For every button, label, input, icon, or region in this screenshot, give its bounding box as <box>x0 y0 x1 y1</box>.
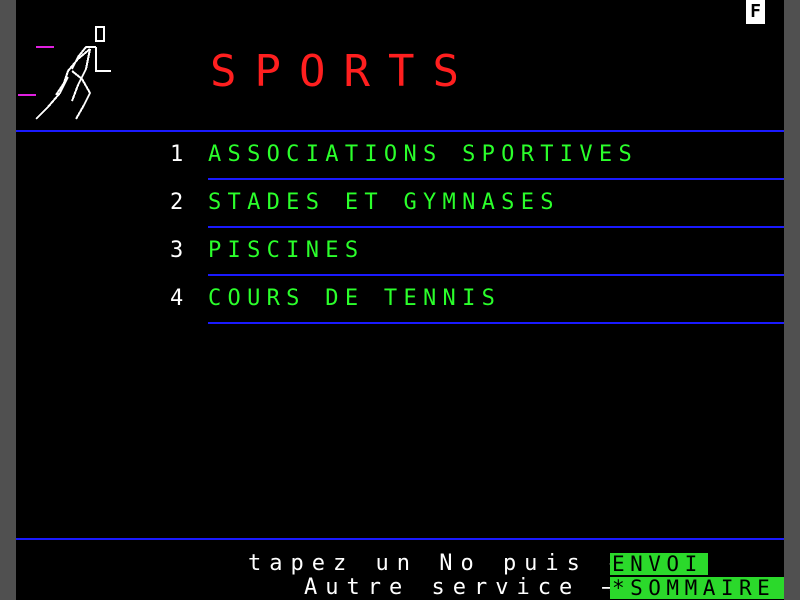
header-divider <box>16 130 784 132</box>
menu-divider <box>208 226 784 228</box>
page-title: SPORTS <box>210 46 477 97</box>
menu-item-number: 4 <box>170 286 184 311</box>
footer-other-service-text: Autre service → <box>304 575 623 600</box>
runner-icon <box>18 26 111 120</box>
menu-item-cours-de-tennis[interactable]: 4 COURS DE TENNIS <box>16 279 784 319</box>
sommaire-key[interactable]: *SOMMAIRE <box>610 577 784 599</box>
menu-item-stades-et-gymnases[interactable]: 2 STADES ET GYMNASES <box>16 183 784 223</box>
menu-divider <box>208 178 784 180</box>
envoi-key[interactable]: ENVOI <box>610 553 708 575</box>
menu-item-associations-sportives[interactable]: 1 ASSOCIATIONS SPORTIVES <box>16 135 784 175</box>
menu-divider <box>208 274 784 276</box>
menu-item-piscines[interactable]: 3 PISCINES <box>16 231 784 271</box>
menu-divider <box>208 322 784 324</box>
mode-indicator: F <box>746 0 765 24</box>
menu-item-number: 2 <box>170 190 184 215</box>
menu-item-label: STADES ET GYMNASES <box>208 190 560 215</box>
minitel-screen: F SPORTS 1 ASSOCIATIONS SPORTIVES 2 STAD… <box>16 0 784 600</box>
footer-divider <box>16 538 784 540</box>
menu-item-label: PISCINES <box>208 238 365 263</box>
menu-item-label: ASSOCIATIONS SPORTIVES <box>208 142 638 167</box>
menu-item-number: 1 <box>170 142 184 167</box>
menu-item-number: 3 <box>170 238 184 263</box>
footer-instruction-text: tapez un No puis → <box>248 551 631 576</box>
menu-item-label: COURS DE TENNIS <box>208 286 502 311</box>
